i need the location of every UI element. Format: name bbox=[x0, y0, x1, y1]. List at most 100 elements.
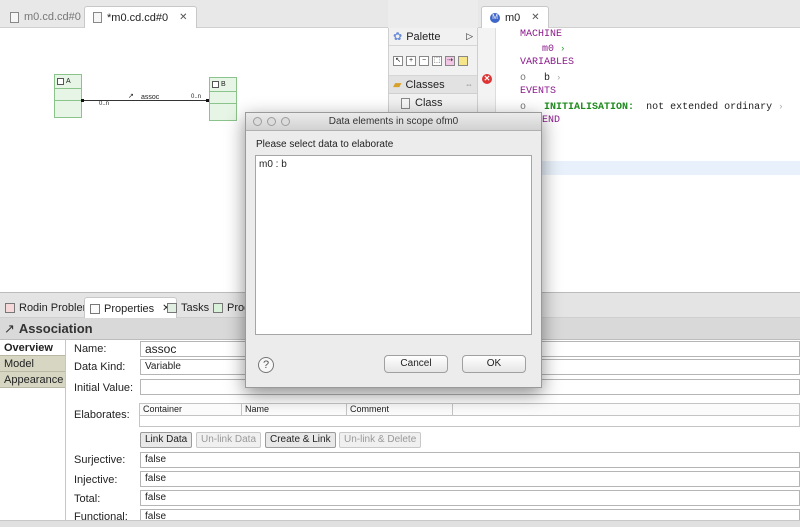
col-comment: Comment bbox=[347, 404, 453, 416]
ok-button[interactable]: OK bbox=[462, 355, 526, 373]
progress-icon bbox=[213, 303, 223, 313]
datakind-label: Data Kind: bbox=[74, 361, 126, 373]
association-icon: ↗ bbox=[4, 320, 15, 336]
class-b-node[interactable]: B bbox=[209, 77, 237, 121]
side-tab-appearance[interactable]: Appearance bbox=[0, 372, 65, 388]
initial-value-label: Initial Value: bbox=[74, 382, 134, 394]
class-b-name: B bbox=[221, 81, 226, 88]
association-target-handle[interactable] bbox=[206, 99, 209, 102]
variables-keyword: VARIABLES bbox=[520, 57, 575, 68]
select-tool-icon[interactable]: ↖ bbox=[393, 55, 403, 66]
zoom-in-icon[interactable]: + bbox=[406, 55, 416, 66]
bullet-icon: o bbox=[520, 73, 527, 84]
machine-name: m0 bbox=[542, 44, 555, 55]
tab-tasks[interactable]: Tasks bbox=[162, 297, 214, 319]
class-b-header: B bbox=[210, 78, 236, 92]
folder-icon: ▰ bbox=[393, 79, 402, 91]
surjective-label: Surjective: bbox=[74, 454, 126, 466]
cancel-button[interactable]: Cancel bbox=[384, 355, 448, 373]
class-icon bbox=[57, 78, 64, 85]
tab-label: m0.cd.cd#0 bbox=[24, 11, 81, 23]
class-a-header: A bbox=[55, 75, 81, 89]
machine-keyword: MACHINE bbox=[520, 29, 563, 40]
create-link-button[interactable]: Create & Link bbox=[265, 432, 336, 448]
injective-label: Injective: bbox=[74, 474, 118, 486]
class-icon bbox=[401, 97, 410, 109]
surjective-select[interactable]: false bbox=[140, 452, 800, 468]
link-data-button[interactable]: Link Data bbox=[140, 432, 193, 448]
diagram-file-icon bbox=[93, 12, 102, 23]
connection-tool-icon[interactable]: ⇢ bbox=[445, 55, 455, 66]
dialog-titlebar[interactable]: Data elements in scope ofm0 bbox=[246, 113, 541, 131]
close-window-icon[interactable] bbox=[253, 117, 262, 126]
marquee-tool-icon[interactable]: ⬚ bbox=[432, 55, 442, 66]
total-select[interactable]: false bbox=[140, 490, 800, 506]
current-line-highlight bbox=[497, 161, 800, 175]
palette-icon: ✿ bbox=[393, 31, 403, 43]
class-a-node[interactable]: A bbox=[54, 74, 82, 118]
tab-diagram-m0[interactable]: m0.cd.cd#0 bbox=[2, 6, 89, 28]
data-elements-dialog: Data elements in scope ofm0 Please selec… bbox=[245, 112, 542, 388]
end-keyword: END bbox=[542, 115, 561, 126]
palette-entry-class[interactable]: Class bbox=[389, 94, 477, 112]
unlink-data-button[interactable]: Un-link Data bbox=[196, 432, 262, 448]
elaborates-table[interactable]: Container Name Comment bbox=[139, 403, 800, 427]
variable-line[interactable]: o b › bbox=[520, 71, 561, 85]
machine-name-line[interactable]: m0 › bbox=[542, 42, 565, 56]
events-keyword: EVENTS bbox=[520, 86, 557, 97]
properties-side-tabs: Overview Model Appearance bbox=[0, 340, 66, 527]
initialisation-keyword: INITIALISATION: bbox=[544, 102, 635, 113]
class-a-name: A bbox=[66, 78, 71, 85]
tab-diagram-m0-dirty[interactable]: *m0.cd.cd#0 ✕ bbox=[84, 6, 197, 28]
class-b-attributes bbox=[210, 92, 236, 104]
col-filler bbox=[453, 404, 799, 416]
data-selection-list[interactable]: m0 : b bbox=[255, 155, 532, 335]
unlink-delete-button[interactable]: Un-link & Delete bbox=[339, 432, 422, 448]
zoom-window-icon[interactable] bbox=[281, 117, 290, 126]
properties-title: Association bbox=[18, 321, 93, 336]
tab-m0-machine[interactable]: M m0 ✕ bbox=[481, 6, 549, 28]
classes-drawer[interactable]: ▰ Classes ⇔ bbox=[389, 76, 477, 94]
name-label: Name: bbox=[74, 343, 107, 355]
side-tab-model[interactable]: Model bbox=[0, 356, 65, 372]
collapse-triangle-icon[interactable]: ▷ bbox=[466, 31, 473, 42]
right-editor-tabbar: M m0 ✕ bbox=[478, 0, 800, 28]
window-controls bbox=[253, 117, 290, 126]
association-source-handle[interactable] bbox=[81, 99, 84, 102]
tasks-icon bbox=[167, 303, 177, 313]
association-name: assoc bbox=[141, 94, 160, 101]
zoom-out-icon[interactable]: − bbox=[419, 55, 429, 66]
list-item[interactable]: m0 : b bbox=[259, 159, 287, 170]
properties-icon bbox=[90, 303, 100, 314]
status-bar bbox=[0, 520, 800, 527]
classes-drawer-label: Classes bbox=[405, 78, 445, 91]
tab-label: *m0.cd.cd#0 bbox=[107, 11, 169, 24]
left-editor-tabbar: m0.cd.cd#0 *m0.cd.cd#0 ✕ bbox=[0, 0, 388, 28]
tab-label: Tasks bbox=[181, 302, 210, 314]
close-icon[interactable]: ✕ bbox=[179, 12, 187, 23]
diagram-file-icon bbox=[10, 11, 19, 23]
palette-tools: ↖ + − ⬚ ⇢ bbox=[389, 46, 477, 76]
total-label: Total: bbox=[74, 493, 101, 505]
minimize-window-icon[interactable] bbox=[267, 117, 276, 126]
error-icon[interactable]: ✕ bbox=[482, 74, 492, 84]
col-container: Container bbox=[140, 404, 242, 416]
chevron-icon: › bbox=[556, 73, 562, 83]
help-icon[interactable]: ? bbox=[258, 357, 274, 373]
side-tab-overview[interactable]: Overview bbox=[0, 340, 65, 356]
palette-header[interactable]: ✿ Palette ▷ bbox=[389, 28, 477, 46]
close-icon[interactable]: ✕ bbox=[531, 12, 539, 23]
col-name: Name bbox=[242, 404, 347, 416]
pin-icon[interactable]: ⇔ bbox=[465, 80, 473, 89]
class-a-methods bbox=[55, 101, 81, 113]
machine-icon: M bbox=[490, 12, 500, 23]
dialog-title: Data elements in scope ofm0 bbox=[328, 116, 459, 127]
injective-select[interactable]: false bbox=[140, 471, 800, 487]
chevron-icon: › bbox=[778, 102, 784, 112]
elaborates-label: Elaborates: bbox=[74, 409, 130, 421]
multiplicity-target: 0..n bbox=[191, 94, 202, 100]
note-tool-icon[interactable] bbox=[458, 55, 468, 66]
palette-entry-class-label: Class bbox=[415, 97, 443, 109]
initialisation-line[interactable]: o INITIALISATION: not extended ordinary › bbox=[520, 100, 784, 114]
variable-b: b bbox=[544, 73, 551, 84]
